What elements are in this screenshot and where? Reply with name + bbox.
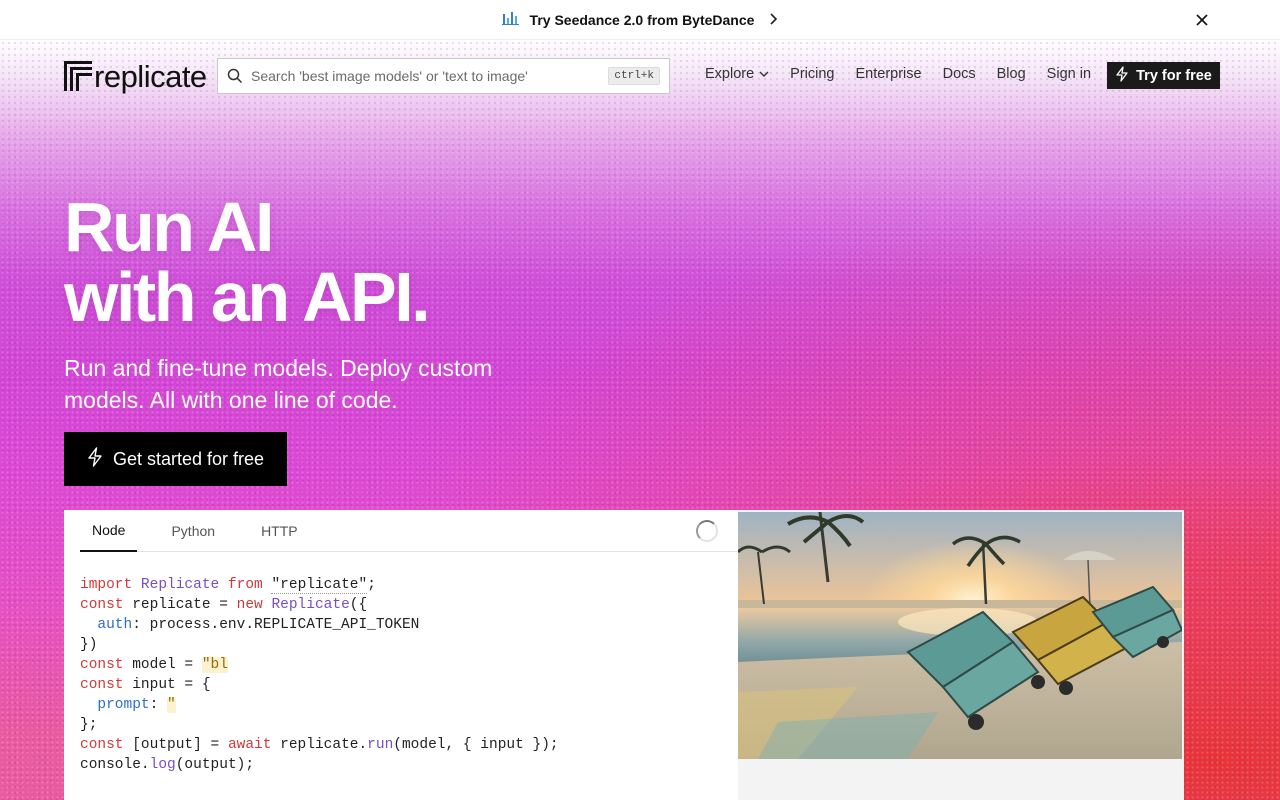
get-started-button[interactable]: Get started for free — [64, 432, 287, 486]
code-line: const replicate = new Replicate({ — [80, 597, 368, 613]
search-box[interactable]: ctrl+k — [217, 58, 670, 94]
lightning-icon — [1115, 65, 1129, 86]
replicate-logo[interactable]: replicate — [64, 58, 207, 94]
code-line: const [output] = await replicate.run(mod… — [80, 737, 559, 753]
get-started-label: Get started for free — [112, 448, 265, 469]
logo-mark-icon — [64, 61, 92, 91]
tab-node[interactable]: Node — [80, 510, 138, 552]
hero-title: Run AI with an API. — [64, 188, 431, 336]
top-nav: replicate ctrl+k Explore Pricing Enterpr… — [0, 40, 1280, 112]
code-line: auth: process.env.REPLICATE_API_TOKEN — [97, 617, 420, 633]
nav-enterprise[interactable]: Enterprise — [856, 66, 922, 82]
close-icon[interactable] — [1192, 10, 1212, 30]
output-preview — [738, 510, 1184, 800]
hero-title-line1: Run AI — [64, 188, 274, 266]
chevron-right-icon — [768, 12, 778, 28]
nav-explore-label: Explore — [705, 66, 755, 82]
try-for-free-button[interactable]: Try for free — [1107, 62, 1220, 89]
bar-chart-icon — [501, 11, 520, 28]
nav-docs[interactable]: Docs — [943, 66, 976, 82]
loading-spinner-icon — [696, 520, 718, 542]
chevron-down-icon — [759, 66, 769, 82]
nav-sign-in[interactable]: Sign in — [1047, 66, 1091, 82]
nav-explore[interactable]: Explore — [705, 66, 769, 82]
lightning-icon — [87, 446, 103, 472]
hero-subtitle: Run and fine-tune models. Deploy custom … — [64, 355, 493, 413]
logo-text: replicate — [94, 58, 207, 94]
code-line: }) — [80, 637, 98, 653]
announcement-link[interactable]: Try Seedance 2.0 from ByteDance — [501, 11, 779, 28]
code-line: const model = "bl — [80, 657, 228, 673]
code-line: const input = { — [80, 677, 211, 693]
tab-http[interactable]: HTTP — [249, 510, 310, 552]
announcement-text: Try Seedance 2.0 from ByteDance — [529, 11, 755, 28]
nav-links: Explore Pricing Enterprise Docs Blog Sig… — [705, 66, 1112, 82]
tab-python[interactable]: Python — [159, 510, 227, 552]
announcement-bar: Try Seedance 2.0 from ByteDance — [0, 0, 1280, 40]
code-line: import Replicate from "replicate"; — [80, 577, 376, 594]
search-input[interactable] — [251, 68, 609, 84]
hero-title-line2: with an API. — [64, 258, 431, 336]
language-tabs: Node Python HTTP — [80, 510, 738, 552]
generated-image — [738, 512, 1182, 759]
code-area: Node Python HTTP import Replicate from "… — [64, 510, 738, 800]
nav-pricing[interactable]: Pricing — [790, 66, 834, 82]
nav-blog[interactable]: Blog — [997, 66, 1026, 82]
search-shortcut: ctrl+k — [608, 67, 660, 85]
code-line: console.log(output); — [80, 757, 255, 773]
code-line: prompt: " — [97, 697, 176, 713]
code-example-panel: Node Python HTTP import Replicate from "… — [64, 510, 1184, 800]
code-snippet: import Replicate from "replicate"; const… — [80, 575, 559, 775]
try-for-free-label: Try for free — [1136, 67, 1212, 84]
search-icon — [227, 68, 243, 84]
code-line: }; — [80, 717, 98, 733]
